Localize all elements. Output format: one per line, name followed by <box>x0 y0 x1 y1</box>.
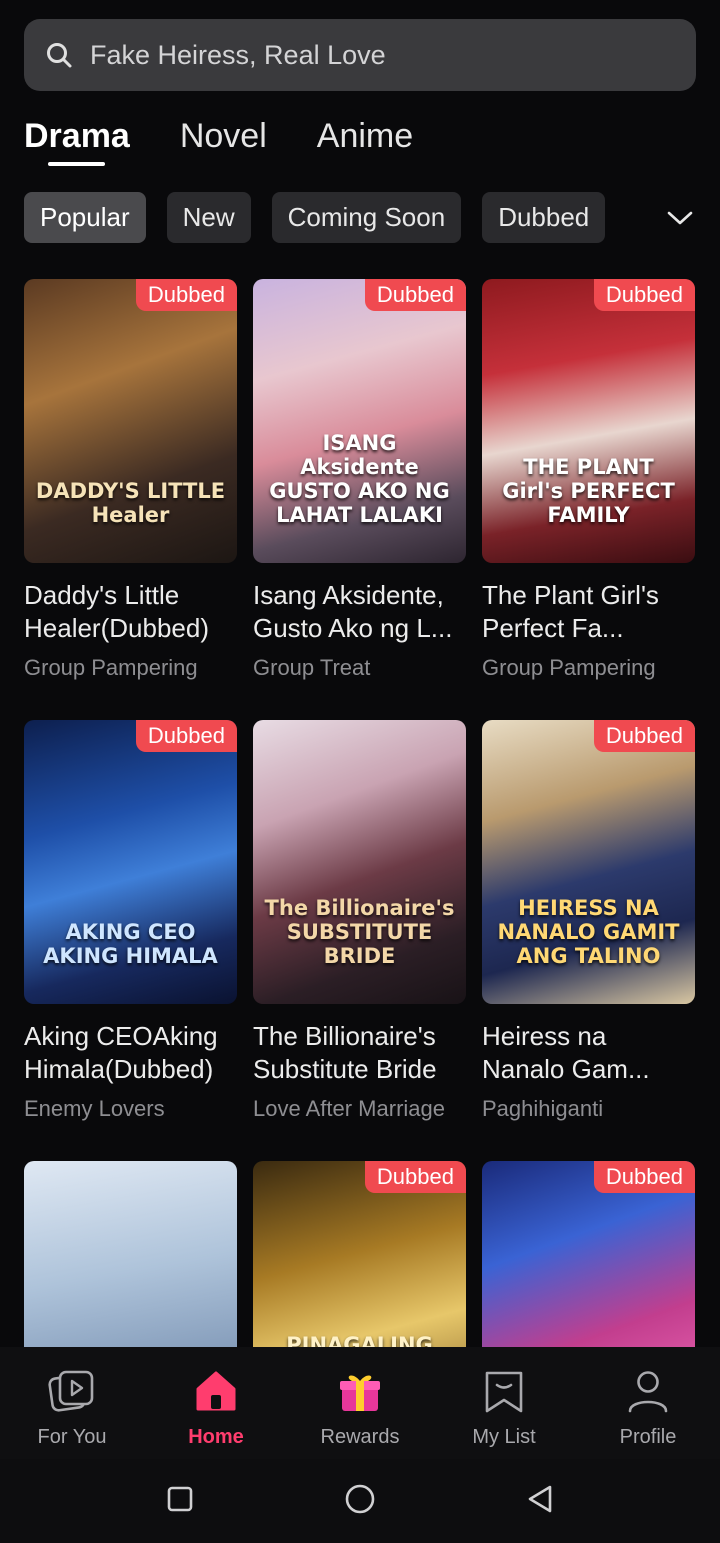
bookmark-icon <box>480 1369 528 1418</box>
profile-icon <box>624 1369 672 1418</box>
poster-image: HEIRESS NA NANALO GAMIT ANG TALINO Dubbe… <box>482 720 695 1004</box>
nav-label: Home <box>188 1426 244 1448</box>
nav-for-you[interactable]: For You <box>0 1347 144 1459</box>
poster-image: The Billionaire's SUBSTITUTE BRIDE <box>253 720 466 1004</box>
dubbed-badge: Dubbed <box>593 279 695 311</box>
nav-label: For You <box>37 1426 107 1448</box>
nav-rewards[interactable]: Rewards <box>288 1347 432 1459</box>
poster-image: THE PLANT Girl's PERFECT FAMILY Dubbed <box>482 279 695 563</box>
show-genre: Enemy Lovers <box>24 1096 165 1121</box>
show-title: Heiress na Nanalo Gam... <box>482 1021 650 1084</box>
poster-image: PINAGALING MUNA AKING MORTAL ASAWA Dubbe… <box>253 1161 466 1347</box>
play-cards-icon <box>48 1369 96 1418</box>
poster-image <box>24 1161 237 1347</box>
show-title: Daddy's Little Healer(Dubbed) <box>24 580 209 643</box>
recents-icon[interactable] <box>158 1477 202 1521</box>
show-card[interactable]: HEIRESS NA NANALO GAMIT ANG TALINO Dubbe… <box>482 720 695 1122</box>
nav-label: Rewards <box>320 1426 400 1448</box>
show-genre: Group Treat <box>253 655 371 680</box>
tab-anime[interactable]: Anime <box>317 112 413 164</box>
tab-label: Novel <box>179 117 267 155</box>
active-tab-indicator <box>48 162 105 166</box>
nav-home[interactable]: Home <box>144 1347 288 1459</box>
show-genre: Paghihiganti <box>482 1096 604 1121</box>
tab-label: Anime <box>316 117 414 155</box>
poster-image: AKING CEO AKING HIMALA Dubbed <box>24 720 237 1004</box>
nav-label: My List <box>472 1426 536 1448</box>
nav-profile[interactable]: Profile <box>576 1347 720 1459</box>
poster-image: ISANG Aksidente GUSTO AKO NG LAHAT LALAK… <box>253 279 466 563</box>
show-title: Isang Aksidente, Gusto Ako ng L... <box>253 580 453 643</box>
show-card[interactable] <box>24 1161 237 1347</box>
poster-title-text: DADDY'S LITTLE Healer <box>35 479 226 527</box>
show-card[interactable]: Dubbed <box>482 1161 695 1347</box>
nav-label: Profile <box>619 1426 677 1448</box>
show-title: The Plant Girl's Perfect Fa... <box>482 580 659 643</box>
show-card[interactable]: THE PLANT Girl's PERFECT FAMILY Dubbed T… <box>482 279 695 681</box>
gift-icon <box>336 1369 384 1418</box>
poster-image: DADDY'S LITTLE Healer Dubbed <box>24 279 237 563</box>
dubbed-badge: Dubbed <box>364 279 466 311</box>
dubbed-badge: Dubbed <box>593 1161 695 1193</box>
tab-label: Drama <box>24 117 130 155</box>
chip-popular[interactable]: Popular <box>24 192 146 243</box>
dubbed-badge: Dubbed <box>135 279 237 311</box>
back-icon[interactable] <box>518 1477 562 1521</box>
show-genre: Love After Marriage <box>253 1096 445 1121</box>
chip-coming-soon[interactable]: Coming Soon <box>271 192 462 243</box>
show-card[interactable]: The Billionaire's SUBSTITUTE BRIDE The B… <box>253 720 466 1122</box>
show-card[interactable]: AKING CEO AKING HIMALA Dubbed Aking CEOA… <box>24 720 237 1122</box>
show-title: Aking CEOAking Himala(Dubbed) <box>24 1021 218 1084</box>
search-placeholder: Fake Heiress, Real Love <box>90 39 386 70</box>
home-icon <box>192 1369 240 1418</box>
show-card[interactable]: DADDY'S LITTLE Healer Dubbed Daddy's Lit… <box>24 279 237 681</box>
tab-drama[interactable]: Drama <box>24 112 130 166</box>
show-card[interactable]: PINAGALING MUNA AKING MORTAL ASAWA Dubbe… <box>253 1161 466 1347</box>
chevron-down-icon[interactable] <box>662 200 698 236</box>
poster-title-text: ISANG Aksidente GUSTO AKO NG LAHAT LALAK… <box>269 431 450 527</box>
poster-title-text: HEIRESS NA NANALO GAMIT ANG TALINO <box>497 896 680 968</box>
search-bar[interactable]: Fake Heiress, Real Love <box>24 19 696 91</box>
content-tabs: Drama Novel Anime <box>24 112 463 172</box>
bottom-nav: For You Home Rewards My List Profile <box>0 1347 720 1459</box>
search-icon <box>44 40 74 70</box>
home-circle-icon[interactable] <box>338 1477 382 1521</box>
show-card[interactable]: ISANG Aksidente GUSTO AKO NG LAHAT LALAK… <box>253 279 466 681</box>
dubbed-badge: Dubbed <box>364 1161 466 1193</box>
chip-dubbed[interactable]: Dubbed <box>482 192 606 243</box>
show-grid: DADDY'S LITTLE Healer Dubbed Daddy's Lit… <box>24 279 696 1347</box>
nav-my-list[interactable]: My List <box>432 1347 576 1459</box>
dubbed-badge: Dubbed <box>135 720 237 752</box>
dubbed-badge: Dubbed <box>593 720 695 752</box>
show-title: The Billionaire's Substitute Bride <box>253 1021 437 1084</box>
show-genre: Group Pampering <box>482 655 656 680</box>
system-nav-bar <box>0 1459 720 1543</box>
poster-title-text: AKING CEO AKING HIMALA <box>43 920 218 968</box>
chip-new[interactable]: New <box>166 192 251 243</box>
poster-title-text: THE PLANT Girl's PERFECT FAMILY <box>502 455 675 527</box>
show-genre: Group Pampering <box>24 655 198 680</box>
poster-image: Dubbed <box>482 1161 695 1347</box>
poster-title-text: PINAGALING MUNA AKING MORTAL ASAWA <box>286 1333 433 1347</box>
filter-chips: Popular New Coming Soon Dubbed <box>24 192 626 243</box>
tab-novel[interactable]: Novel <box>180 112 267 164</box>
poster-title-text: The Billionaire's SUBSTITUTE BRIDE <box>264 896 455 968</box>
